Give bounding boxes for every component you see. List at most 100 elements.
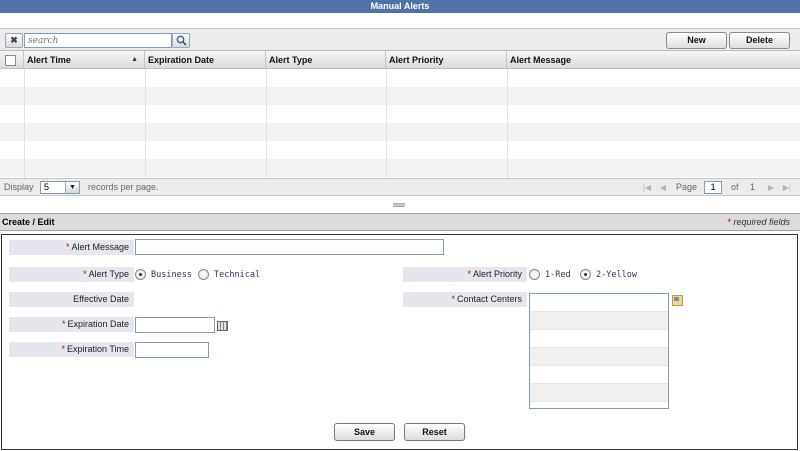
drag-handle-icon[interactable]: [393, 203, 405, 207]
page-label: Page: [676, 182, 698, 192]
grid-toolbar: ✖ New Delete: [0, 28, 800, 50]
required-marker: *: [727, 217, 731, 227]
panel-splitter[interactable]: [0, 197, 800, 213]
pagination-bar: Display 5 ▼ records per page. |◀ ◀ Page …: [0, 178, 800, 196]
alert-priority-label-text: Alert Priority: [472, 269, 522, 279]
alert-type-technical-label: Technical: [214, 270, 261, 280]
delete-button[interactable]: Delete: [729, 32, 790, 49]
required-marker: *: [65, 242, 70, 252]
required-marker: *: [61, 319, 66, 329]
required-marker: *: [467, 269, 471, 279]
alert-priority-red-radio[interactable]: [529, 269, 540, 280]
chevron-down-icon: ▼: [65, 182, 79, 193]
create-edit-title: Create / Edit: [2, 217, 55, 227]
alert-form: * Alert Message * Alert Type Business Tech…: [1, 234, 798, 450]
table-body: [0, 69, 800, 179]
of-label: of: [731, 182, 739, 192]
expiration-time-label: * Expiration Time: [9, 342, 134, 357]
table-row: [0, 87, 800, 105]
search-button[interactable]: [172, 33, 190, 48]
alert-type-technical-radio[interactable]: [198, 269, 209, 280]
column-header-label: Alert Message: [510, 55, 572, 65]
table-row: [0, 105, 800, 123]
page-number-input[interactable]: 1: [704, 181, 722, 194]
list-item[interactable]: [530, 312, 668, 330]
required-marker: *: [451, 294, 455, 304]
alert-message-label: * Alert Message: [9, 240, 134, 255]
alerts-table: Alert Time ▲ Expiration Date Alert Type …: [0, 50, 800, 179]
expiration-time-input[interactable]: [135, 342, 209, 358]
required-marker: *: [83, 269, 87, 279]
first-page-icon[interactable]: |◀: [642, 182, 652, 193]
alert-type-business-label: Business: [151, 270, 192, 280]
total-pages: 1: [750, 182, 756, 192]
expiration-date-label-text: Expiration Date: [67, 319, 129, 329]
column-divider: [386, 69, 387, 179]
required-fields-note: * required fields: [727, 214, 790, 230]
table-row: [0, 69, 800, 87]
table-row: [0, 141, 800, 159]
column-header-label: Alert Time: [27, 55, 71, 65]
table-row: [0, 123, 800, 141]
contact-centers-label: * Contact Centers: [403, 292, 527, 307]
select-all-checkbox[interactable]: [5, 55, 16, 66]
list-item[interactable]: [530, 294, 668, 312]
list-item[interactable]: [530, 330, 668, 348]
next-page-icon[interactable]: ▶: [766, 182, 776, 193]
reset-button[interactable]: Reset: [404, 423, 465, 441]
expiration-date-input[interactable]: [135, 317, 215, 333]
list-item[interactable]: [530, 402, 668, 408]
records-per-page-label: records per page.: [88, 182, 159, 192]
alert-priority-yellow-radio[interactable]: [580, 269, 591, 280]
column-header-alert-message[interactable]: Alert Message: [507, 51, 800, 69]
column-header-expiration-date[interactable]: Expiration Date: [145, 51, 266, 69]
page-size-value: 5: [44, 182, 50, 192]
alert-priority-yellow-label: 2-Yellow: [596, 270, 637, 280]
search-icon: [176, 35, 187, 46]
close-icon: ✖: [10, 35, 18, 45]
alert-priority-red-label: 1-Red: [545, 270, 571, 280]
alert-type-business-radio[interactable]: [135, 269, 146, 280]
required-marker: *: [61, 344, 65, 354]
alert-type-label-text: Alert Type: [88, 269, 129, 279]
create-edit-header: Create / Edit * required fields: [0, 213, 800, 231]
display-label: Display: [4, 182, 34, 192]
expiration-date-label: * Expiration Date: [9, 317, 134, 332]
window-title: Manual Alerts: [0, 0, 800, 13]
calendar-icon[interactable]: [217, 321, 228, 331]
column-divider: [266, 69, 267, 179]
table-row: [0, 159, 800, 177]
list-item[interactable]: [530, 384, 668, 402]
column-divider: [24, 69, 25, 179]
column-header-label: Alert Type: [269, 55, 313, 65]
search-input[interactable]: [24, 33, 172, 48]
last-page-icon[interactable]: ▶|: [782, 182, 792, 193]
column-header-label: Alert Priority: [389, 55, 444, 65]
contact-centers-listbox[interactable]: [529, 293, 669, 409]
required-fields-text: required fields: [733, 217, 790, 227]
column-divider: [145, 69, 146, 179]
list-item[interactable]: [530, 366, 668, 384]
new-button[interactable]: New: [666, 32, 727, 49]
column-header-alert-type[interactable]: Alert Type: [266, 51, 386, 69]
page-size-select[interactable]: 5 ▼: [40, 181, 80, 194]
column-header-alert-priority[interactable]: Alert Priority: [386, 51, 507, 69]
effective-date-label: Effective Date: [9, 292, 134, 307]
list-item[interactable]: [530, 348, 668, 366]
contact-center-picker-icon[interactable]: [672, 295, 683, 306]
save-button[interactable]: Save: [334, 423, 395, 441]
alert-message-input[interactable]: [135, 239, 444, 255]
previous-page-icon[interactable]: ◀: [658, 182, 668, 193]
alert-message-label-text: Alert Message: [71, 242, 129, 252]
alert-type-label: * Alert Type: [9, 267, 134, 282]
column-divider: [507, 69, 508, 179]
sort-ascending-icon: ▲: [131, 56, 138, 63]
alert-priority-label: * Alert Priority: [403, 267, 527, 282]
contact-centers-label-text: Contact Centers: [456, 294, 522, 304]
expiration-time-label-text: Expiration Time: [66, 344, 129, 354]
table-header: Alert Time ▲ Expiration Date Alert Type …: [0, 51, 800, 69]
column-header-label: Expiration Date: [148, 55, 215, 65]
select-all-cell: [0, 51, 24, 69]
column-header-alert-time[interactable]: Alert Time ▲: [24, 51, 145, 69]
clear-search-button[interactable]: ✖: [5, 33, 23, 48]
